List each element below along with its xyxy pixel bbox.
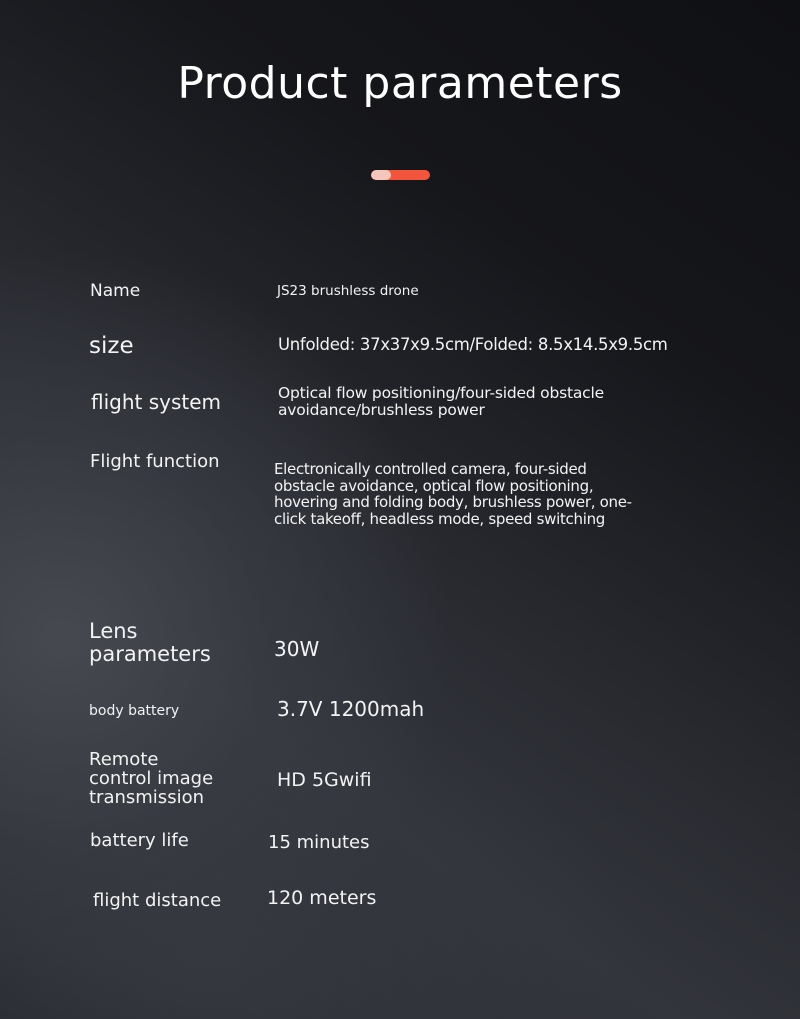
param-label: size bbox=[89, 333, 134, 359]
param-label: flight distance bbox=[93, 890, 222, 911]
param-value: 3.7V 1200mah bbox=[277, 697, 425, 721]
param-value: HD 5Gwifi bbox=[277, 769, 372, 791]
param-value: 30W bbox=[274, 637, 320, 661]
param-value: Optical flow positioning/four-sided obst… bbox=[278, 384, 604, 419]
param-value: 120 meters bbox=[267, 887, 377, 909]
param-value: 15 minutes bbox=[268, 832, 370, 853]
param-value: JS23 brushless drone bbox=[277, 283, 419, 299]
page-title: Product parameters bbox=[177, 58, 623, 109]
param-label: flight system bbox=[91, 390, 222, 414]
title-accent-bar bbox=[371, 170, 430, 180]
param-label: body battery bbox=[89, 703, 180, 719]
param-value: Electronically controlled camera, four-s… bbox=[274, 460, 632, 528]
title-accent-highlight bbox=[371, 170, 391, 180]
param-label: Remote control image transmission bbox=[89, 749, 214, 808]
param-label: Name bbox=[90, 281, 141, 301]
param-label: Lens parameters bbox=[89, 619, 211, 666]
param-label: Flight function bbox=[90, 451, 220, 472]
param-label: battery life bbox=[90, 830, 189, 851]
param-value: Unfolded: 37x37x9.5cm/Folded: 8.5x14.5x9… bbox=[278, 335, 668, 354]
